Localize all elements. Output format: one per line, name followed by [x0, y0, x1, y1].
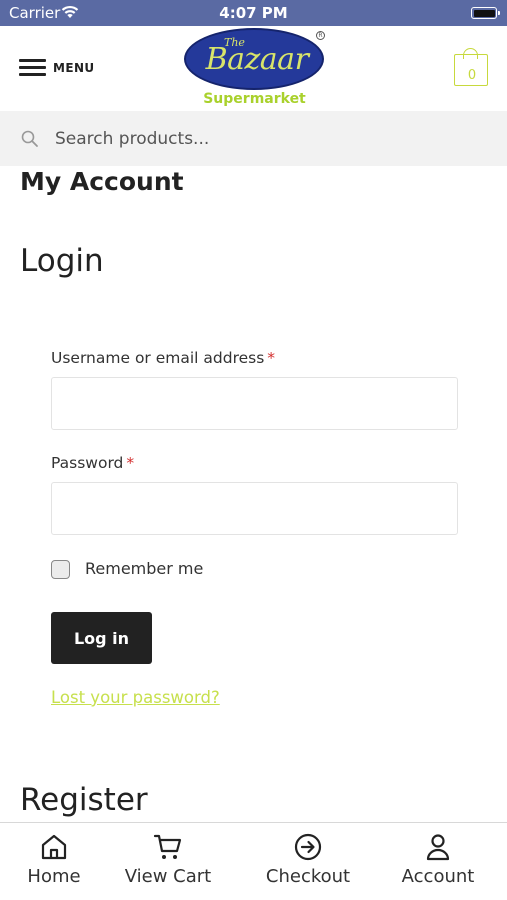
tab-home[interactable]: Home: [8, 823, 100, 900]
tab-label-account: Account: [401, 866, 475, 887]
registered-mark-icon: R: [316, 31, 325, 40]
required-marker: *: [267, 349, 276, 367]
tab-label-home: Home: [27, 866, 81, 887]
menu-button[interactable]: MENU: [19, 56, 99, 80]
user-icon: [426, 834, 450, 861]
username-label: Username or email address *: [51, 349, 275, 367]
arrow-circle-right-icon: [294, 833, 322, 861]
password-label-text: Password: [51, 454, 124, 472]
tab-view-cart[interactable]: View Cart: [112, 823, 224, 900]
tab-checkout[interactable]: Checkout: [252, 823, 364, 900]
bottom-tab-bar: Home View Cart Checkout Account: [0, 822, 507, 900]
site-header: MENU The Bazaar R Supermarket 0: [0, 26, 507, 111]
remember-me-row: Remember me: [51, 559, 251, 581]
search-input[interactable]: [55, 121, 495, 157]
login-heading: Login: [20, 243, 104, 279]
home-icon: [41, 834, 67, 860]
password-label: Password *: [51, 454, 134, 472]
status-time: 4:07 PM: [219, 4, 288, 22]
logo-oval: The Bazaar: [184, 28, 324, 90]
page-title: My Account: [20, 167, 184, 196]
username-field[interactable]: [51, 377, 458, 430]
tab-label-view-cart: View Cart: [124, 866, 212, 887]
store-logo[interactable]: The Bazaar R Supermarket: [182, 28, 327, 110]
password-field[interactable]: [51, 482, 458, 535]
shopping-bag-icon: 0: [454, 54, 488, 86]
cart-icon: [153, 834, 182, 859]
remember-me-checkbox[interactable]: [51, 560, 70, 579]
cart-count: 0: [467, 68, 477, 83]
logo-tagline: Supermarket: [203, 91, 306, 107]
status-bar: Carrier 4:07 PM: [0, 0, 507, 26]
tab-account[interactable]: Account: [388, 823, 488, 900]
remember-me-label[interactable]: Remember me: [85, 559, 203, 578]
menu-label: MENU: [53, 61, 95, 75]
search-icon: [21, 130, 38, 147]
required-marker: *: [126, 454, 135, 472]
login-button[interactable]: Log in: [51, 612, 152, 664]
search-bar: [0, 111, 507, 166]
username-label-text: Username or email address: [51, 349, 265, 367]
register-heading: Register: [20, 782, 148, 818]
tab-label-checkout: Checkout: [265, 866, 351, 887]
hamburger-icon: [19, 59, 46, 76]
logo-name: Bazaar: [205, 42, 309, 77]
lost-password-link[interactable]: Lost your password?: [51, 688, 220, 707]
header-cart-button[interactable]: 0: [454, 48, 489, 86]
battery-icon: [471, 7, 500, 19]
